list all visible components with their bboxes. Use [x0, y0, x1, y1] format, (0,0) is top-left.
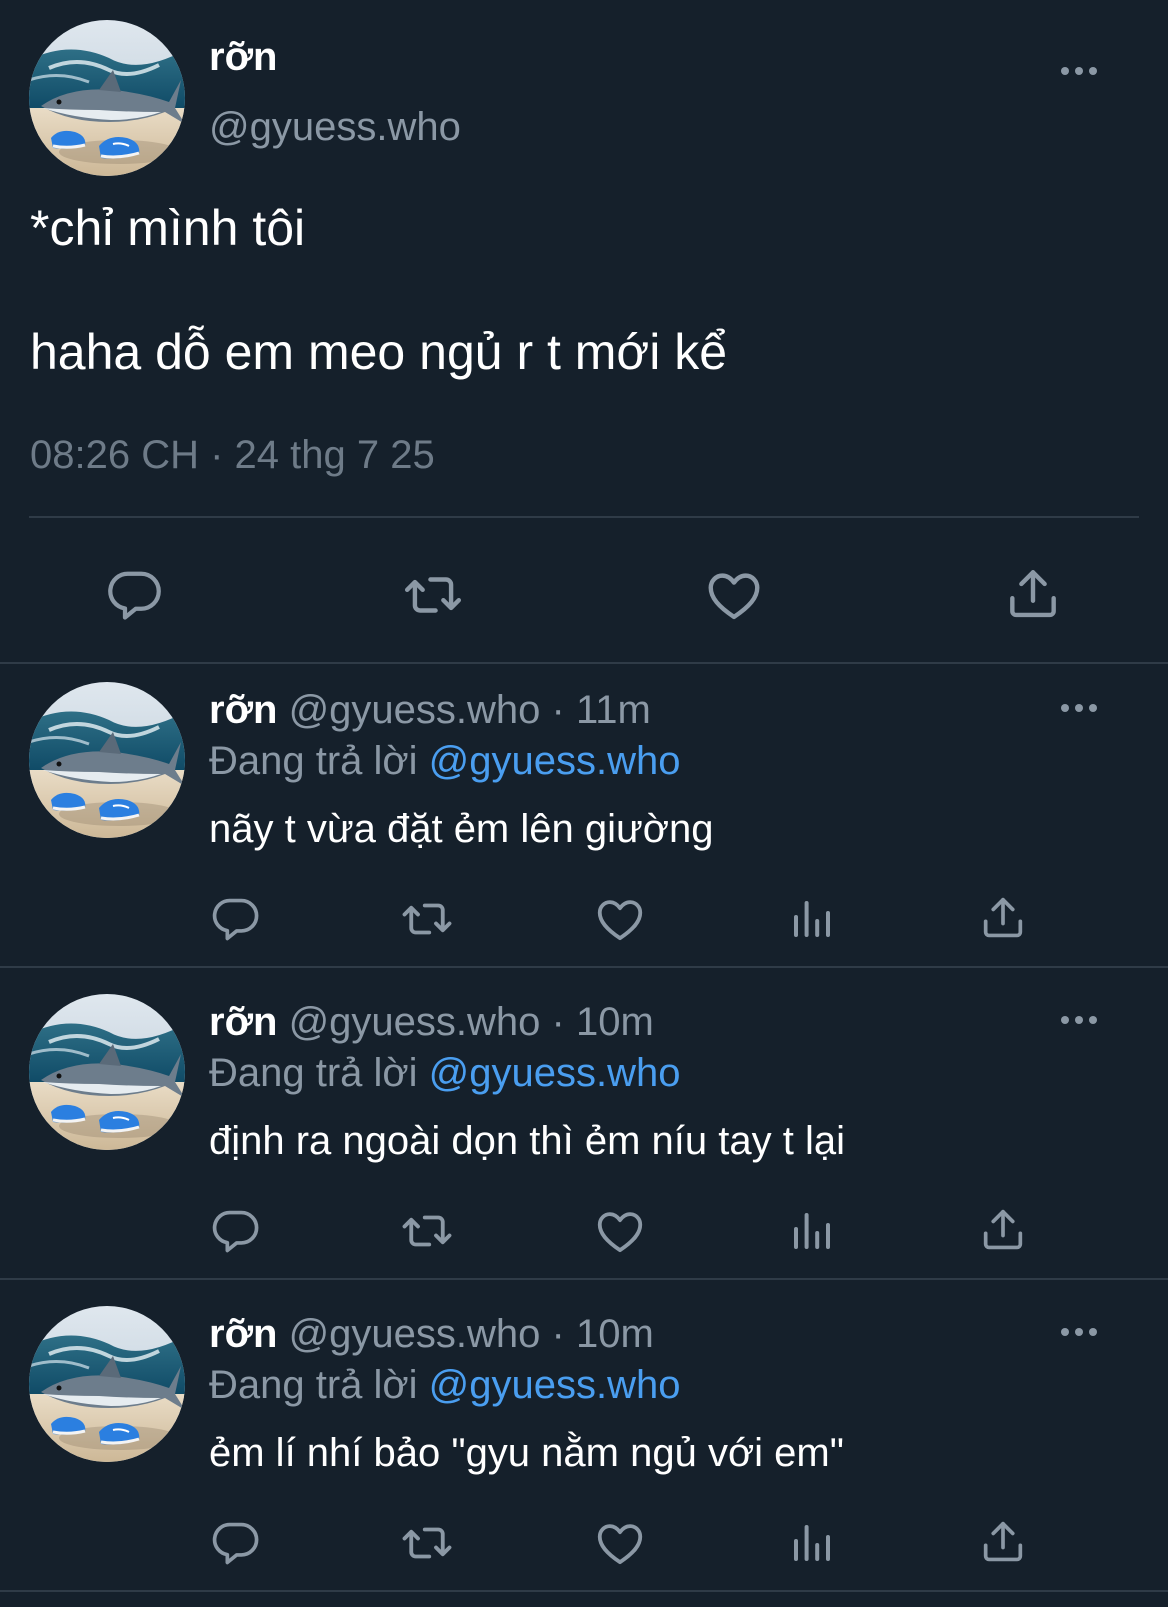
share-icon	[977, 891, 1029, 943]
share-button[interactable]	[976, 1202, 1030, 1256]
mention-link[interactable]: @gyuess.who	[429, 1363, 681, 1407]
author-handle[interactable]: @gyuess.who	[209, 102, 461, 152]
reply-button[interactable]	[100, 560, 170, 630]
more-icon	[1059, 702, 1099, 714]
retweet-icon	[400, 1516, 454, 1570]
share-button[interactable]	[976, 890, 1030, 944]
reply-text: định ra ngoài dọn thì ẻm níu tay t lại	[209, 1119, 845, 1163]
reply-button[interactable]	[209, 1516, 263, 1570]
reply-icon	[210, 1517, 262, 1569]
reply-button[interactable]	[209, 1204, 263, 1258]
share-button[interactable]	[998, 558, 1068, 628]
reply-meta: @gyuess.who · 11m	[288, 688, 651, 732]
reply-text: nãy t vừa đặt ẻm lên giường	[209, 807, 714, 851]
divider	[0, 662, 1168, 664]
avatar[interactable]	[29, 994, 185, 1150]
avatar-image	[29, 682, 185, 838]
divider	[29, 516, 1139, 518]
more-options-button[interactable]	[1054, 1005, 1104, 1035]
like-icon	[593, 1204, 647, 1258]
more-options-button[interactable]	[1054, 693, 1104, 723]
retweet-icon	[400, 892, 454, 946]
replying-label: Đang trả lời	[209, 1051, 418, 1095]
views-button[interactable]	[785, 1516, 839, 1570]
views-icon	[788, 1519, 836, 1567]
author-name[interactable]: rỡn	[209, 1000, 277, 1044]
retweet-icon	[402, 564, 464, 626]
views-button[interactable]	[785, 1204, 839, 1258]
tweet-text-line-1: *chỉ mình tôi	[30, 200, 306, 256]
more-options-button[interactable]	[1054, 56, 1104, 86]
replying-to: Đang trả lời @gyuess.who	[209, 1048, 681, 1098]
reply-icon	[210, 893, 262, 945]
avatar[interactable]	[29, 1306, 185, 1462]
views-icon	[788, 1207, 836, 1255]
more-options-button[interactable]	[1054, 1317, 1104, 1347]
author-name[interactable]: rỡn	[209, 32, 277, 82]
like-icon	[593, 892, 647, 946]
divider	[0, 1278, 1168, 1280]
author-name[interactable]: rỡn	[209, 1312, 277, 1356]
more-icon	[1059, 1014, 1099, 1026]
like-button[interactable]	[593, 1204, 647, 1258]
mention-link[interactable]: @gyuess.who	[429, 739, 681, 783]
retweet-button[interactable]	[400, 1204, 454, 1258]
replying-label: Đang trả lời	[209, 1363, 418, 1407]
tweet-timestamp[interactable]: 08:26 CH · 24 thg 7 25	[30, 430, 435, 480]
views-icon	[788, 895, 836, 943]
reply-icon	[210, 1205, 262, 1257]
more-icon	[1059, 1326, 1099, 1338]
replying-to: Đang trả lời @gyuess.who	[209, 1360, 681, 1410]
like-button[interactable]	[593, 1516, 647, 1570]
share-button[interactable]	[976, 1514, 1030, 1568]
share-icon	[1002, 562, 1064, 624]
like-button[interactable]	[699, 560, 769, 630]
mention-link[interactable]: @gyuess.who	[429, 1051, 681, 1095]
avatar-image	[29, 20, 185, 176]
avatar-image	[29, 1306, 185, 1462]
replying-to: Đang trả lời @gyuess.who	[209, 736, 681, 786]
reply-icon	[105, 565, 165, 625]
reply-meta: @gyuess.who · 10m	[288, 1312, 654, 1356]
avatar-image	[29, 994, 185, 1150]
more-icon	[1059, 65, 1099, 77]
like-icon	[593, 1516, 647, 1570]
reply-header: rỡn @gyuess.who · 10m	[209, 997, 654, 1047]
like-icon	[703, 564, 765, 626]
reply-button[interactable]	[209, 892, 263, 946]
author-name[interactable]: rỡn	[209, 688, 277, 732]
tweet-text-line-2: haha dỗ em meo ngủ r t mới kể	[30, 324, 728, 380]
share-icon	[977, 1203, 1029, 1255]
reply-header: rỡn @gyuess.who · 10m	[209, 1309, 654, 1359]
divider	[0, 966, 1168, 968]
avatar[interactable]	[29, 682, 185, 838]
reply-meta: @gyuess.who · 10m	[288, 1000, 654, 1044]
views-button[interactable]	[785, 892, 839, 946]
reply-header: rỡn @gyuess.who · 11m	[209, 685, 651, 735]
retweet-button[interactable]	[398, 560, 468, 630]
retweet-button[interactable]	[400, 892, 454, 946]
divider	[0, 1590, 1168, 1592]
avatar[interactable]	[29, 20, 185, 176]
reply-text: ẻm lí nhí bảo "gyu nằm ngủ với em"	[209, 1431, 844, 1475]
share-icon	[977, 1515, 1029, 1567]
like-button[interactable]	[593, 892, 647, 946]
replying-label: Đang trả lời	[209, 739, 418, 783]
retweet-button[interactable]	[400, 1516, 454, 1570]
retweet-icon	[400, 1204, 454, 1258]
